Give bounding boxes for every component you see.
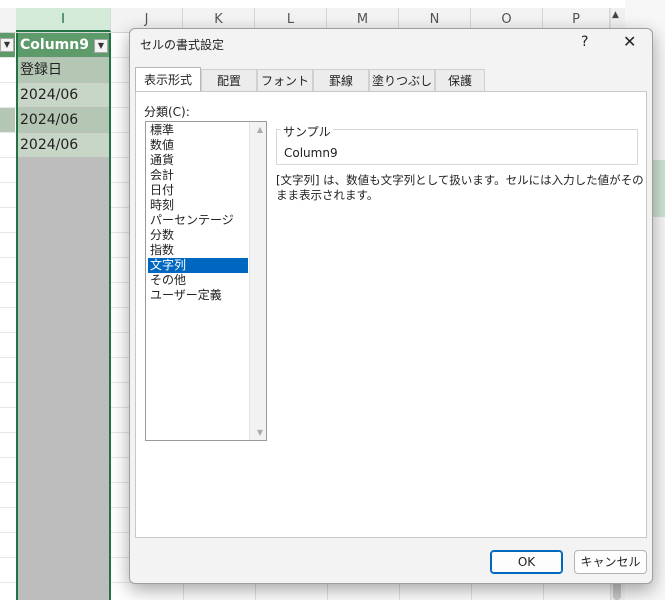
tab-font[interactable]: フォント: [257, 69, 313, 91]
close-icon[interactable]: ✕: [623, 32, 636, 51]
help-icon[interactable]: ?: [581, 34, 588, 50]
column-header-i[interactable]: I: [16, 8, 111, 32]
table-cell[interactable]: 2024/06: [18, 108, 109, 132]
sample-label: サンプル: [281, 123, 333, 140]
category-item-selected[interactable]: 文字列: [148, 258, 248, 273]
category-item[interactable]: パーセンテージ: [148, 213, 248, 228]
tab-alignment[interactable]: 配置: [201, 69, 257, 91]
category-item[interactable]: 会計: [148, 168, 248, 183]
category-listbox[interactable]: 標準 数値 通貨 会計 日付 時刻 パーセンテージ 分数 指数 文字列 その他 …: [145, 121, 267, 441]
scroll-up-icon[interactable]: ▲: [257, 125, 263, 134]
ok-button[interactable]: OK: [490, 550, 563, 574]
category-scrollbar[interactable]: [249, 122, 266, 440]
scroll-down-icon[interactable]: ▼: [257, 428, 263, 437]
category-item[interactable]: 指数: [148, 243, 248, 258]
cancel-button[interactable]: キャンセル: [574, 550, 647, 574]
format-description: [文字列] は、数値も文字列として扱います。セルには入力した値がそのまま表示され…: [276, 173, 644, 202]
sample-value: Column9: [284, 146, 338, 160]
category-item[interactable]: 数値: [148, 138, 248, 153]
category-item[interactable]: 時刻: [148, 198, 248, 213]
category-item[interactable]: 標準: [148, 123, 248, 138]
tab-number-format[interactable]: 表示形式: [135, 67, 201, 91]
dialog-title: セルの書式設定: [140, 38, 225, 52]
tab-fill[interactable]: 塗りつぶし: [369, 69, 435, 91]
table-cell[interactable]: 2024/06: [18, 83, 109, 107]
category-item[interactable]: 通貨: [148, 153, 248, 168]
prev-column-cell[interactable]: [0, 108, 15, 132]
table-cell[interactable]: 2024/06: [18, 133, 109, 157]
table-cell[interactable]: 登録日: [18, 58, 109, 82]
format-cells-dialog: セルの書式設定 ? ✕ 表示形式 配置 フォント 罫線 塗りつぶし 保護 分類(…: [129, 28, 653, 584]
category-item[interactable]: ユーザー定義: [148, 288, 248, 303]
filter-dropdown-icon[interactable]: ▼: [0, 38, 14, 52]
tab-border[interactable]: 罫線: [313, 69, 369, 91]
category-label: 分類(C):: [144, 105, 190, 119]
category-item[interactable]: 分数: [148, 228, 248, 243]
tab-protection[interactable]: 保護: [435, 69, 485, 91]
scroll-up-icon[interactable]: ▲: [612, 10, 619, 20]
category-item[interactable]: その他: [148, 273, 248, 288]
filter-dropdown-icon[interactable]: ▼: [94, 39, 108, 53]
category-item[interactable]: 日付: [148, 183, 248, 198]
